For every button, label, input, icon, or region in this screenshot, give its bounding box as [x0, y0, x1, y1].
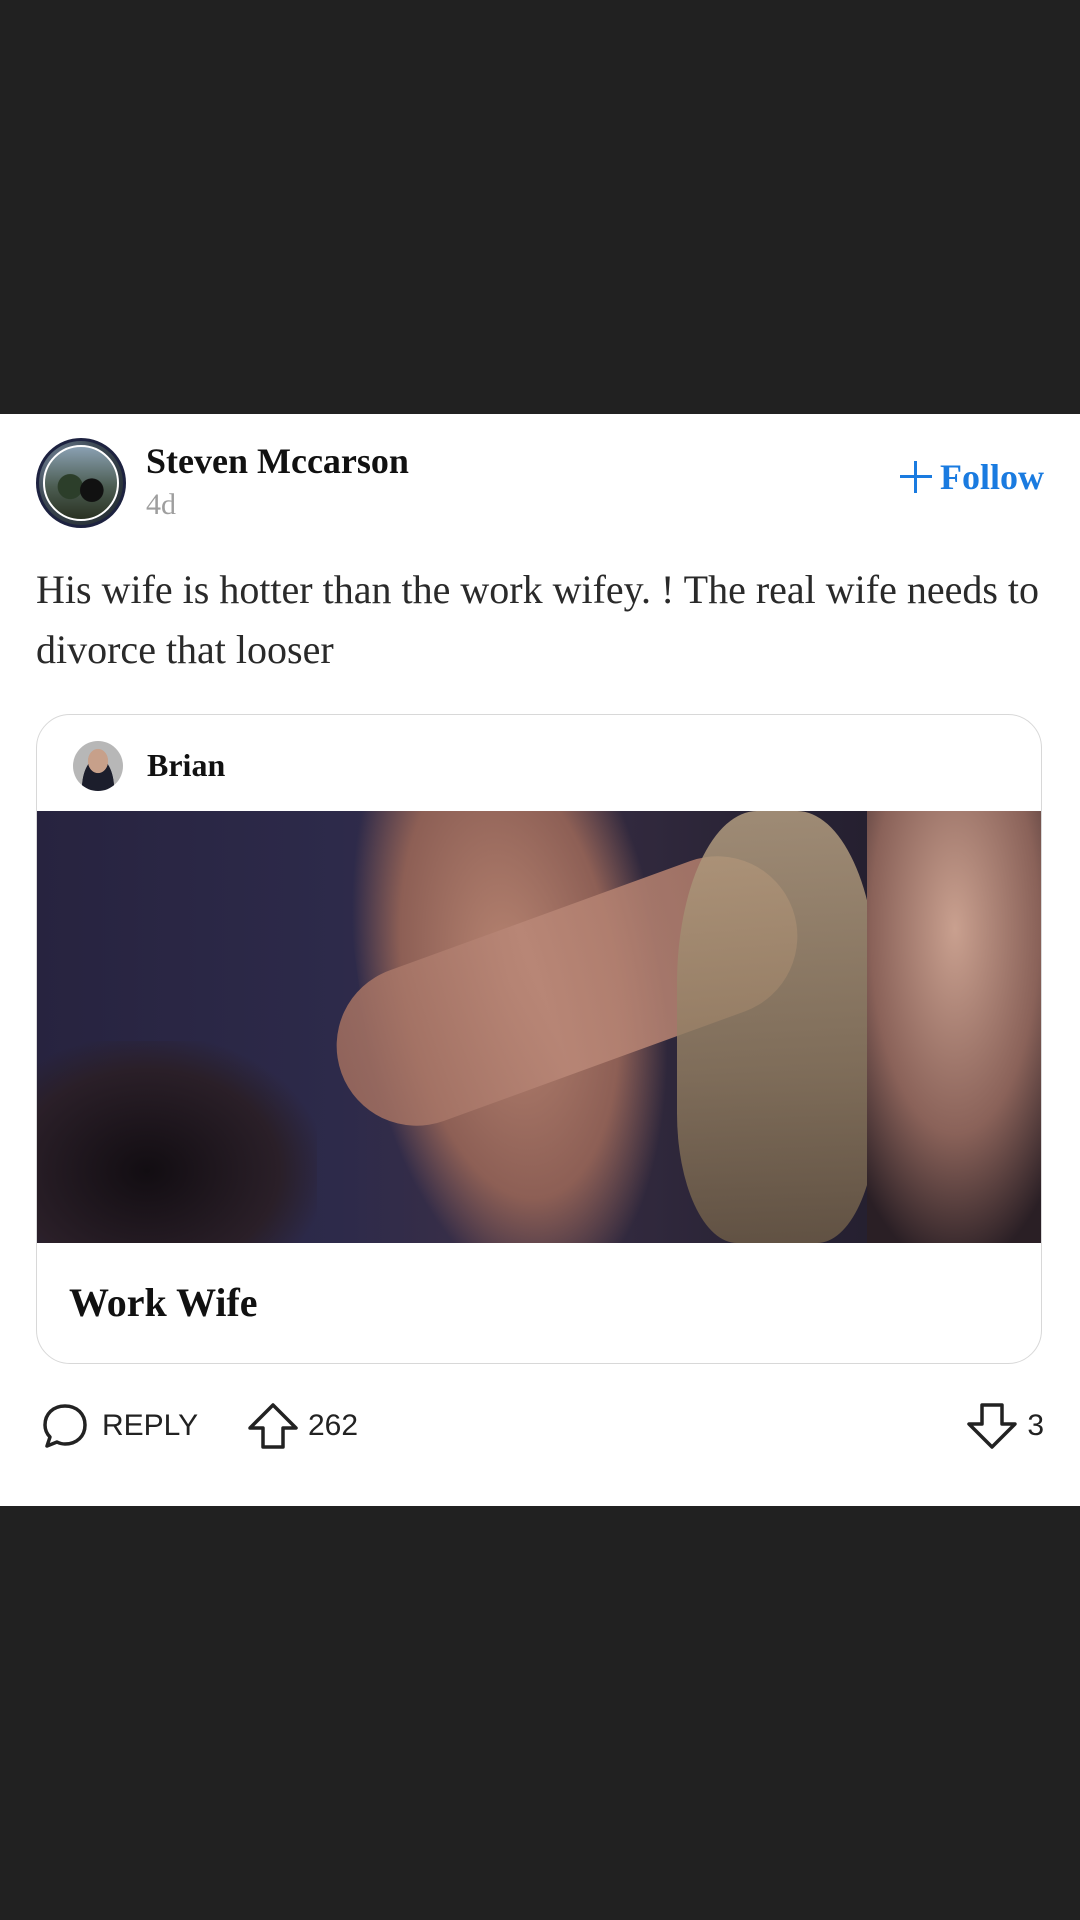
post-text: His wife is hotter than the work wifey. … — [36, 567, 1040, 672]
post-actions: REPLY 262 3 — [0, 1396, 1080, 1456]
author-avatar-image — [43, 445, 119, 521]
upvote-button[interactable]: 262 — [246, 1396, 358, 1456]
shared-author-avatar — [73, 741, 123, 791]
image-shape — [37, 1041, 317, 1243]
bottom-backdrop — [0, 1506, 1080, 1920]
post-timestamp: 4d — [146, 488, 176, 521]
top-backdrop — [0, 0, 1080, 414]
downvote-button[interactable]: 3 — [965, 1396, 1044, 1456]
follow-button[interactable]: Follow — [900, 456, 1044, 498]
shared-post-title: Work Wife — [69, 1280, 258, 1325]
post-card: Steven Mccarson 4d Follow His wife is ho… — [0, 414, 1080, 1506]
shared-post-image[interactable] — [37, 811, 1041, 1243]
downvote-arrow-icon — [967, 1403, 1018, 1449]
upvote-count: 262 — [308, 1409, 359, 1442]
upvote-arrow-icon — [248, 1403, 298, 1449]
shared-author-name: Brian — [147, 747, 226, 783]
comment-bubble-icon — [43, 1404, 87, 1448]
reply-label: REPLY — [102, 1409, 199, 1442]
image-shape — [867, 811, 1041, 1243]
reply-button[interactable]: REPLY — [40, 1396, 198, 1456]
image-shape — [677, 811, 877, 1243]
follow-label: Follow — [940, 457, 1044, 497]
author-name[interactable]: Steven Mccarson — [146, 440, 409, 482]
plus-icon — [900, 461, 932, 493]
downvote-count: 3 — [1027, 1409, 1044, 1442]
author-avatar[interactable] — [36, 438, 126, 528]
shared-post-card[interactable]: Brian Work Wife — [36, 714, 1042, 1364]
